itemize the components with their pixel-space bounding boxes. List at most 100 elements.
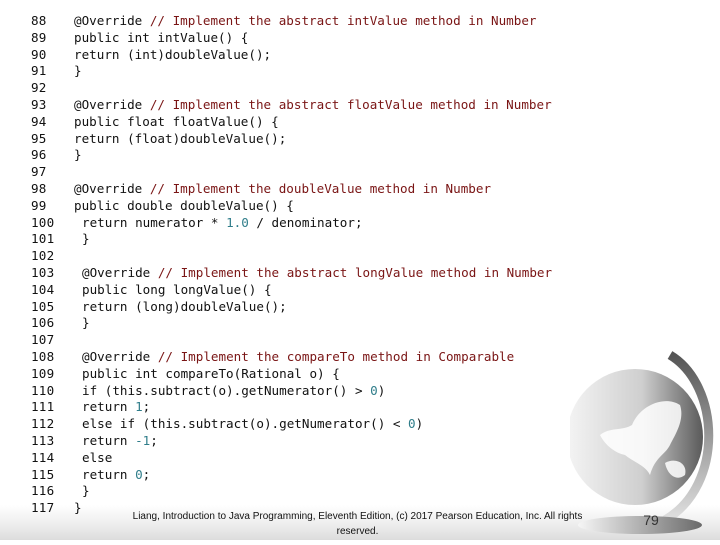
line-number: 99 bbox=[31, 197, 47, 213]
code-token: ) bbox=[415, 416, 424, 432]
code-text: @Override // Implement the abstract long… bbox=[82, 265, 552, 282]
line-number: 95 bbox=[31, 130, 47, 146]
line-number: 113 bbox=[31, 432, 55, 448]
number-literal: 0 bbox=[135, 466, 143, 482]
code-text: @Override // Implement the abstract floa… bbox=[74, 97, 552, 114]
code-token: ) bbox=[377, 382, 386, 398]
code-token: public double doubleValue() { bbox=[74, 197, 294, 213]
line-number: 110 bbox=[31, 382, 55, 398]
number-literal: 1.0 bbox=[226, 214, 249, 230]
code-token: return (int)doubleValue(); bbox=[74, 46, 272, 62]
code-token: @Override bbox=[74, 13, 150, 28]
code-text: return 1; bbox=[82, 399, 150, 416]
number-literal: 0 bbox=[408, 416, 416, 432]
code-token: if (this.subtract(o).getNumerator() > bbox=[82, 382, 371, 398]
line-number: 89 bbox=[31, 29, 47, 45]
code-token: } bbox=[82, 315, 90, 331]
code-comment: // Implement the abstract floatValue met… bbox=[149, 96, 552, 112]
code-token: @Override bbox=[82, 264, 158, 280]
number-literal: 1 bbox=[135, 399, 143, 415]
code-comment: // Implement the doubleValue method in N… bbox=[149, 180, 492, 196]
code-text: if (this.subtract(o).getNumerator() > 0) bbox=[82, 383, 385, 400]
code-text: } bbox=[82, 315, 90, 332]
code-token: public long longValue() { bbox=[82, 281, 272, 297]
code-text: public float floatValue() { bbox=[74, 114, 279, 131]
code-text: else bbox=[82, 450, 112, 467]
code-text: } bbox=[74, 500, 82, 517]
code-token: else if (this.subtract(o).getNumerator()… bbox=[82, 416, 409, 432]
line-number: 97 bbox=[31, 164, 47, 180]
code-token: / denominator; bbox=[248, 214, 363, 230]
line-number: 88 bbox=[31, 13, 47, 28]
line-number: 101 bbox=[31, 231, 55, 247]
code-token: @Override bbox=[82, 348, 158, 364]
code-text: return numerator * 1.0 / denominator; bbox=[82, 215, 363, 232]
line-number: 92 bbox=[31, 80, 47, 96]
line-number: 90 bbox=[31, 46, 47, 62]
page-number: 79 bbox=[643, 512, 659, 528]
line-number: 107 bbox=[31, 332, 55, 348]
code-token: @Override bbox=[74, 180, 150, 196]
code-comment: // Implement the abstract longValue meth… bbox=[157, 264, 553, 280]
line-number: 111 bbox=[31, 399, 55, 415]
code-text: return (int)doubleValue(); bbox=[74, 47, 271, 64]
code-text: } bbox=[82, 483, 90, 500]
code-token: return numerator * bbox=[82, 214, 227, 230]
code-token: return (float)doubleValue(); bbox=[74, 130, 287, 146]
line-number: 94 bbox=[31, 113, 47, 129]
number-literal: 0 bbox=[370, 382, 378, 398]
line-number: 116 bbox=[31, 483, 55, 499]
line-number: 103 bbox=[31, 264, 55, 280]
code-token: } bbox=[82, 231, 90, 247]
line-number: 91 bbox=[31, 63, 47, 79]
number-literal: -1 bbox=[135, 432, 151, 448]
code-text: @Override // Implement the doubleValue m… bbox=[74, 181, 491, 198]
code-token: } bbox=[82, 483, 90, 499]
code-token: } bbox=[74, 500, 82, 516]
code-token: ; bbox=[142, 399, 151, 415]
code-token: return (long)doubleValue(); bbox=[82, 298, 287, 314]
line-number: 105 bbox=[31, 298, 55, 314]
line-number: 93 bbox=[31, 96, 47, 112]
code-token: public float floatValue() { bbox=[74, 113, 279, 129]
line-number: 104 bbox=[31, 281, 55, 297]
code-text: public long longValue() { bbox=[82, 282, 272, 299]
code-token: else bbox=[82, 449, 113, 465]
line-number: 112 bbox=[31, 416, 55, 432]
code-text: return -1; bbox=[82, 433, 158, 450]
code-token: return bbox=[82, 432, 136, 448]
code-text: return (long)doubleValue(); bbox=[82, 299, 287, 316]
line-number: 117 bbox=[31, 500, 55, 516]
code-token: return bbox=[82, 466, 136, 482]
line-number: 108 bbox=[31, 348, 55, 364]
code-text: public int intValue() { bbox=[74, 30, 248, 47]
code-text: else if (this.subtract(o).getNumerator()… bbox=[82, 416, 423, 433]
code-token: public int compareTo(Rational o) { bbox=[82, 365, 340, 381]
line-number: 100 bbox=[31, 214, 55, 230]
code-token: public int intValue() { bbox=[74, 29, 249, 45]
code-text: public int compareTo(Rational o) { bbox=[82, 366, 340, 383]
code-token: @Override bbox=[74, 96, 150, 112]
code-text: return 0; bbox=[82, 467, 150, 484]
code-comment: // Implement the abstract intValue metho… bbox=[149, 13, 537, 28]
code-text: @Override // Implement the compareTo met… bbox=[82, 349, 514, 366]
line-number: 96 bbox=[31, 147, 47, 163]
code-text: return (float)doubleValue(); bbox=[74, 131, 286, 148]
copyright-footer: Liang, Introduction to Java Programming,… bbox=[132, 511, 583, 537]
code-token: } bbox=[74, 147, 82, 163]
code-token: ; bbox=[150, 432, 158, 448]
line-number: 109 bbox=[31, 365, 55, 381]
line-number: 102 bbox=[31, 248, 55, 264]
code-token: } bbox=[74, 63, 82, 79]
line-number: 114 bbox=[31, 449, 55, 465]
code-token: return bbox=[82, 399, 136, 415]
code-text: } bbox=[82, 231, 90, 248]
code-text: } bbox=[74, 63, 82, 80]
code-text: } bbox=[74, 147, 82, 164]
line-number: 98 bbox=[31, 180, 47, 196]
code-text: @Override // Implement the abstract intV… bbox=[74, 13, 537, 30]
code-text: public double doubleValue() { bbox=[74, 198, 294, 215]
line-number: 115 bbox=[31, 466, 55, 482]
code-comment: // Implement the compareTo method in Com… bbox=[157, 348, 515, 364]
line-number: 106 bbox=[31, 315, 55, 331]
